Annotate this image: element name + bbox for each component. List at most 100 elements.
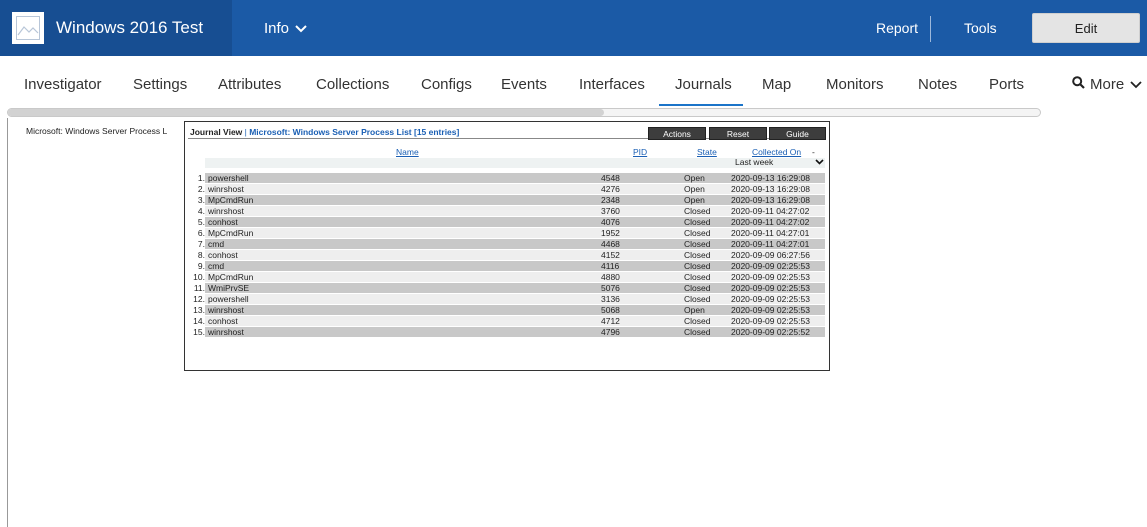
process-pid: 4076 <box>601 217 620 227</box>
process-pid: 4116 <box>601 261 620 271</box>
search-icon <box>1072 76 1085 93</box>
tab-settings[interactable]: Settings <box>133 76 187 93</box>
date-filter-value: Last week <box>735 157 774 167</box>
row-number: 10. <box>193 272 205 282</box>
collected-date: 2020-09-09 02:25:53 <box>731 294 810 304</box>
column-header-name[interactable]: Name <box>396 147 419 157</box>
row-number: 12. <box>193 294 205 304</box>
tab-notes[interactable]: Notes <box>918 76 957 93</box>
process-pid: 4796 <box>601 327 620 337</box>
guide-button[interactable]: Guide <box>769 127 826 140</box>
process-state: Closed <box>684 228 711 238</box>
row-number: 14. <box>193 316 205 326</box>
tab-attributes[interactable]: Attributes <box>218 76 281 93</box>
collected-date: 2020-09-09 02:25:53 <box>731 283 810 293</box>
row-number: 6. <box>197 228 205 238</box>
process-state: Open <box>684 305 705 315</box>
table-row[interactable]: 7. cmd 4468 Closed 2020-09-11 04:27:01 <box>185 239 831 249</box>
process-state: Closed <box>684 327 711 337</box>
process-pid: 3760 <box>601 206 620 216</box>
process-name: MpCmdRun <box>208 195 254 205</box>
more-label: More <box>1090 76 1125 93</box>
table-row[interactable]: 14. conhost 4712 Closed 2020-09-09 02:25:53 <box>185 316 831 326</box>
table-row[interactable]: 3. MpCmdRun 2348 Open 2020-09-13 16:29:08 <box>185 195 831 205</box>
tab-interfaces[interactable]: Interfaces <box>579 76 645 93</box>
table-row[interactable]: 10. MpCmdRun 4880 Closed 2020-09-09 02:25:53 <box>185 272 831 282</box>
process-pid: 4276 <box>601 184 620 194</box>
tab-collections[interactable]: Collections <box>316 76 389 93</box>
column-header-pid[interactable]: PID <box>633 147 647 157</box>
row-number: 8. <box>197 250 205 260</box>
sort-indicator: - <box>812 147 815 157</box>
tab-map[interactable]: Map <box>762 76 791 93</box>
process-name: winrshost <box>208 327 244 337</box>
tools-link[interactable]: Tools <box>964 0 997 56</box>
process-name: conhost <box>208 217 238 227</box>
tab-journals[interactable]: Journals <box>675 76 732 93</box>
process-pid: 4880 <box>601 272 620 282</box>
process-state: Closed <box>684 294 711 304</box>
process-name: MpCmdRun <box>208 228 254 238</box>
brand-area[interactable]: Windows 2016 Test <box>0 0 232 56</box>
process-state: Closed <box>684 316 711 326</box>
table-row[interactable]: 9. cmd 4116 Closed 2020-09-09 02:25:53 <box>185 261 831 271</box>
collected-date: 2020-09-11 04:27:02 <box>731 206 810 216</box>
collected-date: 2020-09-13 16:29:08 <box>731 184 810 194</box>
process-state: Closed <box>684 217 711 227</box>
row-number: 4. <box>197 206 205 216</box>
process-name: conhost <box>208 316 238 326</box>
process-pid: 4548 <box>601 173 620 183</box>
reset-button[interactable]: Reset <box>709 127 767 140</box>
table-row[interactable]: 5. conhost 4076 Closed 2020-09-11 04:27:02 <box>185 217 831 227</box>
process-pid: 4152 <box>601 250 620 260</box>
table-row[interactable]: 12. powershell 3136 Closed 2020-09-09 02:25:… <box>185 294 831 304</box>
tab-investigator[interactable]: Investigator <box>24 76 102 93</box>
process-state: Open <box>684 184 705 194</box>
process-name: cmd <box>208 261 225 271</box>
tab-monitors[interactable]: Monitors <box>826 76 884 93</box>
column-header-collected-on[interactable]: Collected On <box>752 147 801 157</box>
process-name: winrshost <box>208 305 244 315</box>
process-state: Closed <box>684 206 711 216</box>
chevron-down-icon <box>1130 76 1142 93</box>
tab-events[interactable]: Events <box>501 76 547 93</box>
process-name: WmiPrvSE <box>208 283 250 293</box>
process-name: powershell <box>208 173 249 183</box>
more-menu[interactable]: More <box>1072 76 1142 93</box>
table-row[interactable]: 4. winrshost 3760 Closed 2020-09-11 04:27:02 <box>185 206 831 216</box>
table-row[interactable]: 6. MpCmdRun 1952 Closed 2020-09-11 04:27:01 <box>185 228 831 238</box>
column-header-state[interactable]: State <box>697 147 717 157</box>
row-number: 2. <box>197 184 205 194</box>
table-row[interactable]: 8. conhost 4152 Closed 2020-09-09 06:27:56 <box>185 250 831 260</box>
info-menu[interactable]: Info <box>264 0 307 56</box>
process-pid: 3136 <box>601 294 620 304</box>
table-row[interactable]: 2. winrshost 4276 Open 2020-09-13 16:29:08 <box>185 184 831 194</box>
table-row[interactable]: 13. winrshost 5068 Open 2020-09-09 02:25:53 <box>185 305 831 315</box>
collected-date: 2020-09-13 16:29:08 <box>731 195 810 205</box>
process-name: MpCmdRun <box>208 272 254 282</box>
scrollbar-thumb[interactable] <box>8 109 604 116</box>
process-pid: 5068 <box>601 305 620 315</box>
actions-button[interactable]: Actions <box>648 127 706 140</box>
journal-list-item[interactable]: Microsoft: Windows Server Process L <box>26 126 167 136</box>
collected-date: 2020-09-13 16:29:08 <box>731 173 810 183</box>
date-filter-select[interactable]: Last week <box>730 157 828 168</box>
row-number: 11. <box>193 283 205 293</box>
tab-ports[interactable]: Ports <box>989 76 1024 93</box>
collected-date: 2020-09-09 06:27:56 <box>731 250 810 260</box>
table-row[interactable]: 1. powershell 4548 Open 2020-09-13 16:29:08 <box>185 173 831 183</box>
row-number: 5. <box>197 217 205 227</box>
process-pid: 2348 <box>601 195 620 205</box>
table-row[interactable]: 15. winrshost 4796 Closed 2020-09-09 02:25:5… <box>185 327 831 337</box>
process-state: Open <box>684 195 705 205</box>
info-label: Info <box>264 19 290 37</box>
process-state: Closed <box>684 250 711 260</box>
frame-border <box>7 118 8 527</box>
process-pid: 4712 <box>601 316 620 326</box>
report-link[interactable]: Report <box>876 0 918 56</box>
horizontal-scrollbar[interactable] <box>7 108 1041 117</box>
row-number: 7. <box>197 239 205 249</box>
tab-configs[interactable]: Configs <box>421 76 472 93</box>
table-row[interactable]: 11. WmiPrvSE 5076 Closed 2020-09-09 02:25:53 <box>185 283 831 293</box>
edit-button[interactable]: Edit <box>1032 13 1140 43</box>
